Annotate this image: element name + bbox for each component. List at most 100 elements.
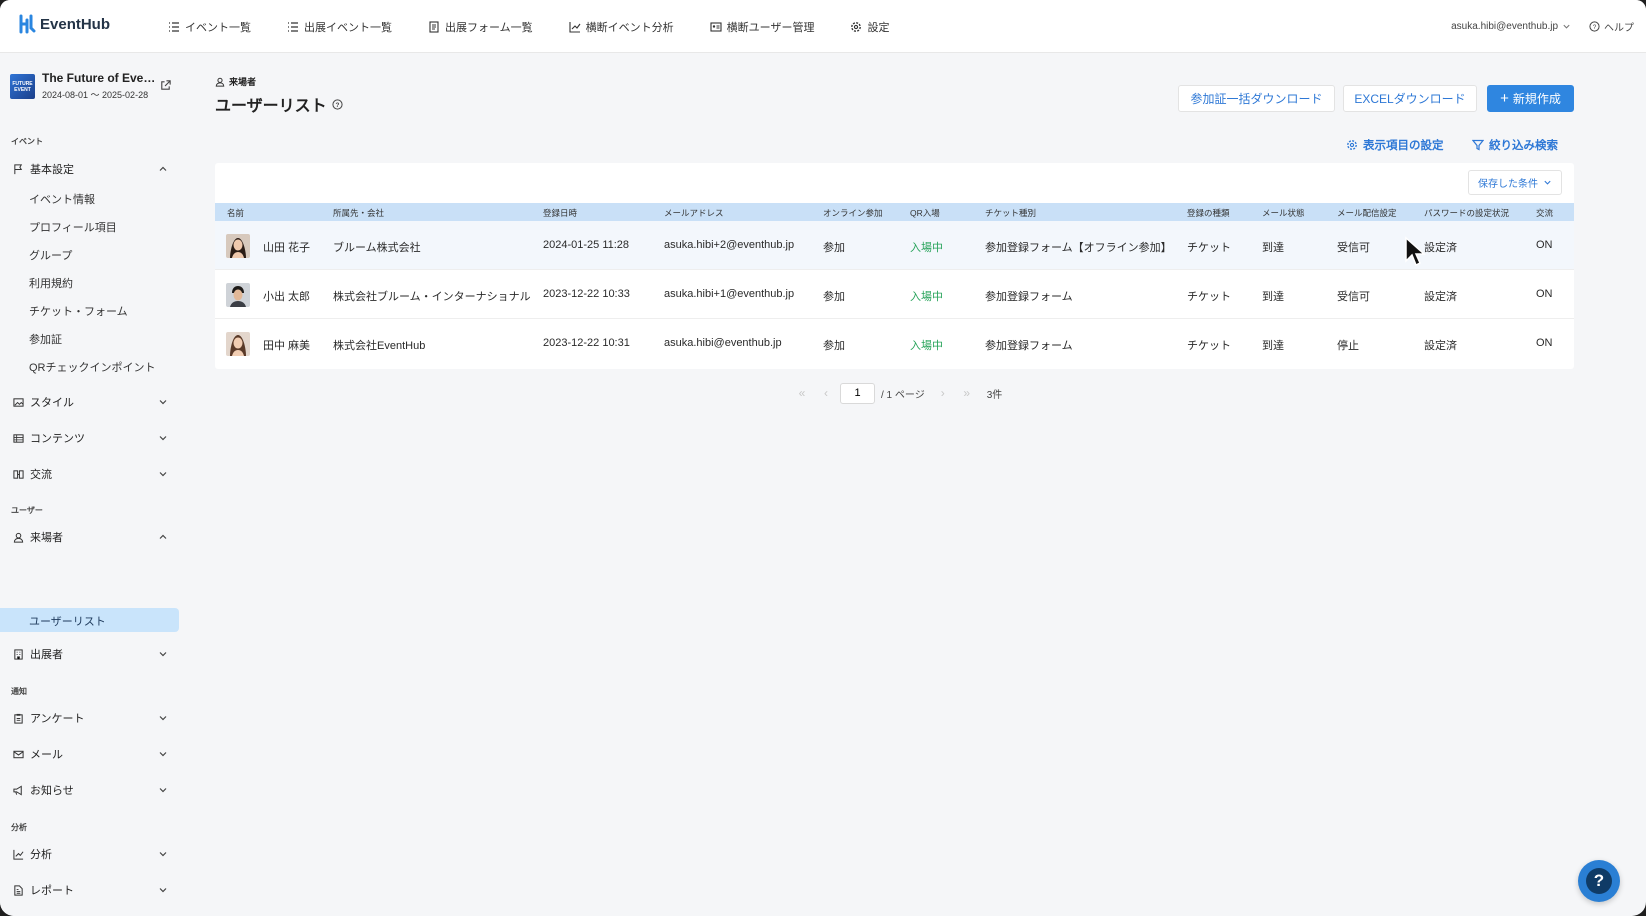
sidebar-item-visitors[interactable]: 来場者 xyxy=(12,526,170,548)
sidebar-item-report[interactable]: レポート xyxy=(12,879,170,901)
cell-qr-status: 入場中 xyxy=(910,340,943,352)
column-header[interactable]: 登録日時 xyxy=(543,207,577,219)
nav-exhibit-event-list[interactable]: 出展イベント一覧 xyxy=(287,19,392,35)
column-header[interactable]: メール状態 xyxy=(1262,207,1305,219)
chevron-down-icon xyxy=(159,852,167,857)
column-header[interactable]: メール配信設定 xyxy=(1337,207,1397,219)
sidebar-item-analytics[interactable]: 分析 xyxy=(12,843,170,865)
user-icon xyxy=(13,532,23,543)
cell-registered: 2023-12-22 10:31 xyxy=(543,337,630,349)
main-nav: イベント一覧 出展イベント一覧 出展フォーム一覧 横断イベント分析 横断ユーザー… xyxy=(168,0,925,53)
top-navbar: EventHub イベント一覧 出展イベント一覧 出展フォーム一覧 横断イベント… xyxy=(0,0,1646,53)
table-icon xyxy=(12,433,24,443)
list-icon xyxy=(288,21,298,32)
chevron-up-icon xyxy=(159,534,167,539)
cell-email: asuka.hibi@eventhub.jp xyxy=(664,337,782,349)
filter-icon xyxy=(1472,139,1484,151)
cell-ticket: 参加登録フォーム【オフライン参加】 xyxy=(985,242,1172,254)
table-row[interactable]: 小出 太郎 株式会社ブルーム・インターナショナル 2023-12-22 10:3… xyxy=(215,270,1574,319)
create-new-button[interactable]: + 新規作成 xyxy=(1487,85,1574,112)
section-label-event: イベント xyxy=(11,137,43,146)
sidebar-item-style[interactable]: スタイル xyxy=(12,391,170,413)
filter-search-button[interactable]: 絞り込み検索 xyxy=(1472,137,1558,153)
sidebar-item-exchange[interactable]: 交流 xyxy=(12,463,170,485)
app-window: EventHub イベント一覧 出展イベント一覧 出展フォーム一覧 横断イベント… xyxy=(0,0,1646,916)
bulk-badge-download-button[interactable]: 参加証一括ダウンロード xyxy=(1178,85,1335,112)
first-page-icon[interactable]: « xyxy=(790,386,814,400)
nav-exhibit-form-list[interactable]: 出展フォーム一覧 xyxy=(428,19,533,35)
list-icon xyxy=(169,21,179,32)
sidebar-item-notice[interactable]: お知らせ xyxy=(12,779,170,801)
sidebar-item-terms[interactable]: 利用規約 xyxy=(29,275,73,291)
sidebar-item-mail[interactable]: メール xyxy=(12,743,170,765)
cell-ticket: 参加登録フォーム xyxy=(985,291,1073,303)
cell-company: 株式会社ブルーム・インターナショナル xyxy=(333,291,531,303)
chevron-down-icon xyxy=(159,716,167,721)
help-link[interactable]: ? ヘルプ xyxy=(1589,19,1634,34)
table-row[interactable]: 田中 麻美 株式会社EventHub 2023-12-22 10:31 asuk… xyxy=(215,319,1574,368)
id-card-icon xyxy=(710,21,722,32)
cell-mail-status: 到達 xyxy=(1262,242,1284,254)
cell-company: ブルーム株式会社 xyxy=(333,242,421,254)
cell-online: 参加 xyxy=(823,291,845,303)
cell-reg-type: チケット xyxy=(1187,340,1231,352)
cell-name: 田中 麻美 xyxy=(263,340,311,352)
user-table: 保存した条件 名前 所属先・会社 登録日時 メールアドレス オンライン参加 QR… xyxy=(215,163,1574,369)
sidebar-item-tickets-forms[interactable]: チケット・フォーム xyxy=(29,303,128,319)
nav-settings[interactable]: 設定 xyxy=(850,19,889,35)
column-header[interactable]: 所属先・会社 xyxy=(333,207,384,219)
nav-cross-event-analysis[interactable]: 横断イベント分析 xyxy=(569,19,674,35)
column-header[interactable]: パスワードの設定状況 xyxy=(1424,207,1509,219)
section-label-notify: 通知 xyxy=(11,687,27,696)
page-total: / 1 ページ xyxy=(881,389,925,401)
display-settings-button[interactable]: 表示項目の設定 xyxy=(1346,137,1444,153)
next-page-icon[interactable]: › xyxy=(931,386,955,400)
column-header[interactable]: 交流 xyxy=(1536,207,1553,219)
sidebar-item-user-list[interactable]: ユーザーリスト xyxy=(29,613,106,629)
chevron-up-icon xyxy=(159,166,167,171)
chevron-down-icon xyxy=(159,652,167,657)
current-event-card[interactable]: FUTURE EVENT The Future of Eve… 2024-08-… xyxy=(10,71,180,105)
column-header[interactable]: QR入場 xyxy=(910,207,940,219)
avatar xyxy=(226,283,250,307)
sidebar-item-basic-settings[interactable]: 基本設定 xyxy=(12,158,170,180)
column-header[interactable]: メールアドレス xyxy=(664,207,724,219)
sidebar-item-qr-checkin[interactable]: QRチェックインポイント xyxy=(29,359,156,375)
result-count: 3件 xyxy=(986,389,1003,401)
cell-online: 参加 xyxy=(823,340,845,352)
chevron-down-icon xyxy=(159,752,167,757)
sidebar-item-event-info[interactable]: イベント情報 xyxy=(29,191,95,207)
saved-conditions-dropdown[interactable]: 保存した条件 xyxy=(1468,170,1562,195)
table-row[interactable]: 山田 花子 ブルーム株式会社 2024-01-25 11:28 asuka.hi… xyxy=(215,221,1574,270)
column-header[interactable]: 登録の種類 xyxy=(1187,207,1230,219)
eventhub-logo-icon xyxy=(19,14,36,34)
sidebar-item-survey[interactable]: アンケート xyxy=(12,707,170,729)
cell-mail-setting: 受信可 xyxy=(1337,242,1370,254)
page-number-input[interactable] xyxy=(840,382,875,404)
question-circle-icon[interactable]: ? xyxy=(332,98,343,110)
column-header[interactable]: 名前 xyxy=(227,207,244,219)
cell-qr-status: 入場中 xyxy=(910,291,943,303)
chevron-down-icon xyxy=(159,472,167,477)
plus-icon: + xyxy=(1500,89,1509,107)
external-link-icon[interactable] xyxy=(159,79,172,92)
nav-cross-user-management[interactable]: 横断ユーザー管理 xyxy=(710,19,814,35)
excel-download-button[interactable]: EXCELダウンロード xyxy=(1343,85,1477,112)
prev-page-icon[interactable]: ‹ xyxy=(814,386,838,400)
sidebar-item-groups[interactable]: グループ xyxy=(29,247,72,263)
help-chat-button[interactable]: ? xyxy=(1578,860,1620,902)
sidebar-item-contents[interactable]: コンテンツ xyxy=(12,427,170,449)
sidebar-item-badges[interactable]: 参加証 xyxy=(29,331,62,347)
nav-event-list[interactable]: イベント一覧 xyxy=(168,19,251,35)
chevron-down-icon xyxy=(1544,180,1551,185)
last-page-icon[interactable]: » xyxy=(955,386,979,400)
sidebar-item-profile-fields[interactable]: プロフィール項目 xyxy=(29,219,117,235)
sidebar-item-exhibitors[interactable]: 出展者 xyxy=(12,643,170,665)
cell-password: 設定済 xyxy=(1424,340,1457,352)
page-title: ユーザーリスト ? xyxy=(215,92,343,116)
brand-logo[interactable]: EventHub xyxy=(18,14,110,34)
image-icon xyxy=(12,397,24,407)
column-header[interactable]: チケット種別 xyxy=(985,207,1036,219)
user-menu[interactable]: asuka.hibi@eventhub.jp xyxy=(1451,21,1571,32)
column-header[interactable]: オンライン参加 xyxy=(823,207,883,219)
